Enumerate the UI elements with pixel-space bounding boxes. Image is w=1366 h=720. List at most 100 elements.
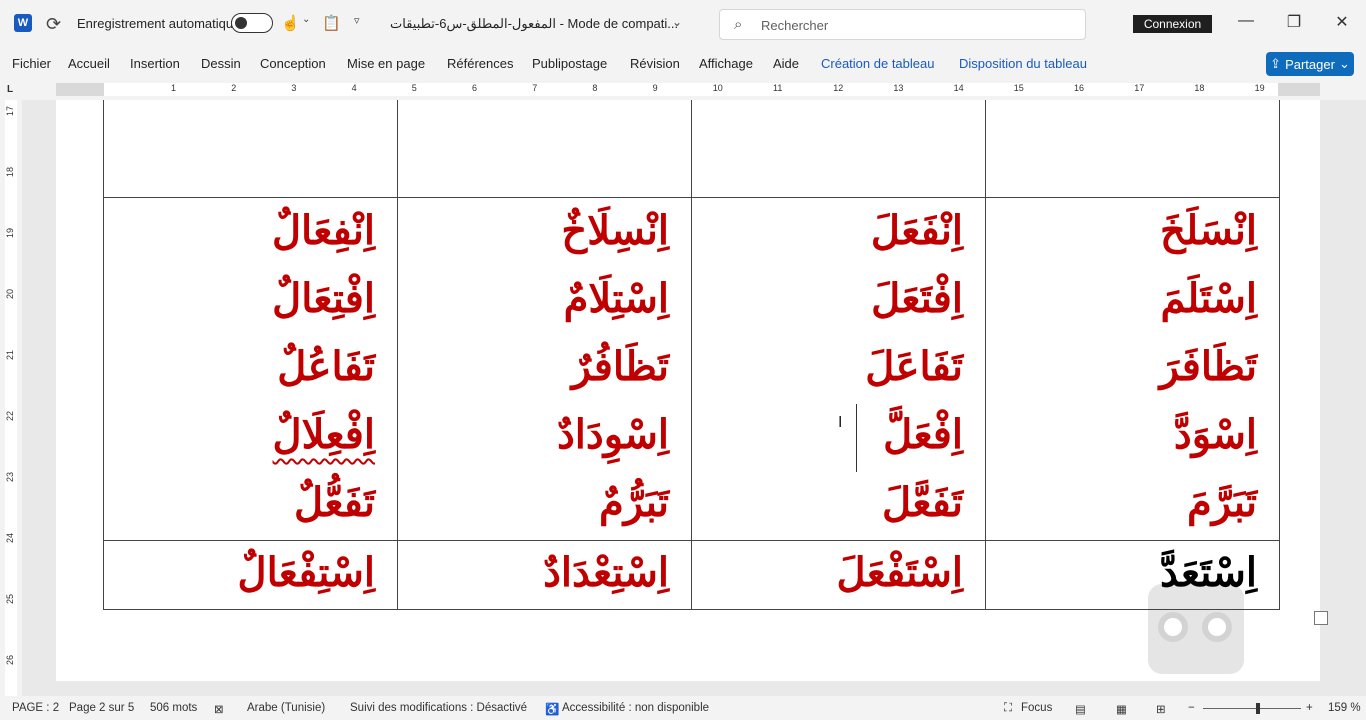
proofing-icon[interactable]: ⊠ (214, 702, 224, 716)
status-page-of[interactable]: Page 2 sur 5 (69, 702, 134, 714)
ruler-left-margin (56, 83, 104, 96)
word: تَبَرُّمٌ (598, 479, 669, 526)
share-button[interactable]: ⇪ Partager ⌄ (1266, 52, 1354, 76)
vertical-ruler[interactable]: 17 18 19 20 21 22 23 24 25 26 (0, 100, 22, 696)
zoom-slider-thumb[interactable] (1256, 703, 1260, 714)
focus-icon[interactable]: ⛶ (1004, 702, 1012, 715)
word: اِفْتِعَالٌ (272, 275, 375, 322)
table-cell[interactable]: اِنْسَلَخَ اِسْتَلَمَ تَظَافَرَ اِسْوَدَ… (985, 197, 1280, 541)
table-cell[interactable] (397, 100, 692, 198)
tab-selector[interactable]: L (7, 84, 13, 95)
word: تَظَافُرٌ (571, 343, 669, 390)
masdar-column: اِنْسِلَاخٌ اِسْتِلَامٌ تَظَافُرٌ اِسْوِ… (398, 200, 691, 540)
customize-toolbar-icon[interactable]: ▿ (354, 14, 360, 27)
minimize-icon[interactable]: — (1231, 12, 1261, 30)
status-word-count[interactable]: 506 mots (150, 702, 197, 714)
table-cell[interactable]: اِسْتَعَدَّ (985, 540, 1280, 610)
ruler-number: 21 (5, 349, 16, 361)
tab-accueil[interactable]: Accueil (68, 56, 110, 71)
search-box[interactable]: ⌕ Rechercher (719, 9, 1086, 40)
tab-aide[interactable]: Aide (773, 56, 799, 71)
document-title[interactable]: المفعول-المطلق-س6-تطبيقات - Mode de comp… (390, 16, 678, 32)
ruler-number: 19 (1254, 83, 1265, 93)
table-cell[interactable]: اِنْسِلَاخٌ اِسْتِلَامٌ تَظَافُرٌ اِسْوِ… (397, 197, 692, 541)
table-row (103, 100, 1280, 198)
table-cell[interactable]: اِسْتِعْدَادٌ (397, 540, 692, 610)
word: تَظَافَرَ (1159, 343, 1257, 390)
tab-creation-tableau[interactable]: Création de tableau (821, 56, 934, 71)
table-cell[interactable]: اِنْفَعَلَ اِفْتَعَلَ تَفَاعَلَ اِفْعَلَ… (691, 197, 986, 541)
table-cell[interactable]: اِنْفِعَالٌ اِفْتِعَالٌ تَفَاعُلٌ اِفْعِ… (103, 197, 398, 541)
ruler-number: 18 (5, 166, 16, 178)
ruler-number: 4 (351, 83, 357, 93)
read-mode-icon[interactable]: ▤ (1075, 702, 1086, 716)
ruler-number: 14 (953, 83, 964, 93)
zoom-out-icon[interactable]: − (1188, 702, 1195, 714)
title-chevron-icon[interactable]: ⌄ (672, 15, 682, 29)
autosave-toggle[interactable] (231, 13, 273, 33)
status-accessibility[interactable]: Accessibilité : non disponible (562, 702, 709, 714)
close-icon[interactable]: ✕ (1327, 12, 1357, 32)
chevron-down-icon[interactable]: ⌄ (302, 14, 310, 25)
accessibility-icon: ♿ (545, 704, 560, 716)
table-cell[interactable] (691, 100, 986, 198)
word: اِسْتِعْدَادٌ (543, 549, 669, 596)
print-layout-icon[interactable]: ▦ (1116, 702, 1127, 716)
document-canvas[interactable]: اِنْفِعَالٌ اِفْتِعَالٌ تَفَاعُلٌ اِفْعِ… (22, 100, 1366, 696)
status-language[interactable]: Arabe (Tunisie) (247, 702, 325, 714)
clipboard-icon[interactable]: 📋 (322, 14, 341, 32)
tab-revision[interactable]: Révision (630, 56, 680, 71)
ibeam-cursor-icon: I (838, 414, 843, 431)
restore-icon[interactable]: ❐ (1279, 12, 1309, 32)
ruler-number: 20 (5, 288, 16, 300)
ruler-number: 24 (5, 532, 16, 544)
autosave-icon: ⟳ (46, 14, 62, 34)
status-track-changes[interactable]: Suivi des modifications : Désactivé (350, 702, 527, 714)
ruler-number: 17 (5, 105, 16, 117)
word: اِسْتِلَامٌ (563, 275, 669, 322)
ruler-number: 26 (5, 654, 16, 666)
ruler-number: 19 (5, 227, 16, 239)
ribbon-tabs: Fichier Accueil Insertion Dessin Concept… (0, 48, 1366, 80)
word: اِسْوِدَادٌ (556, 411, 669, 458)
horizontal-ruler[interactable]: L 1 2 3 4 5 6 7 8 9 10 11 12 13 14 15 16 17 18 19 (0, 80, 1366, 100)
ruler-number: 1 (171, 83, 177, 93)
zoom-level[interactable]: 159 % (1328, 702, 1361, 714)
tab-publipostage[interactable]: Publipostage (532, 56, 607, 71)
zoom-in-icon[interactable]: + (1306, 702, 1313, 714)
table-cell[interactable]: اِسْتِفْعَالٌ (103, 540, 398, 610)
ruler-number: 18 (1194, 83, 1205, 93)
table-resize-handle[interactable] (1314, 611, 1328, 625)
tab-mise-en-page[interactable]: Mise en page (347, 56, 425, 71)
verb-pattern-column: اِنْفَعَلَ اِفْتَعَلَ تَفَاعَلَ اِفْعَلَ… (692, 200, 985, 540)
table-cell[interactable]: اِسْتَفْعَلَ (691, 540, 986, 610)
tab-references[interactable]: Références (447, 56, 513, 71)
tab-disposition-tableau[interactable]: Disposition du tableau (959, 56, 1087, 71)
ruler-band (104, 83, 1278, 96)
signin-button[interactable]: Connexion (1133, 15, 1212, 33)
tab-affichage[interactable]: Affichage (699, 56, 753, 71)
tab-fichier[interactable]: Fichier (12, 56, 51, 71)
ruler-number: 25 (5, 593, 16, 605)
ruler-number: 6 (472, 83, 478, 93)
table-cell[interactable] (985, 100, 1280, 198)
table-cell[interactable] (103, 100, 398, 198)
word: اِسْتِفْعَالٌ (237, 549, 375, 596)
web-layout-icon[interactable]: ⊞ (1156, 702, 1166, 716)
document-page[interactable]: اِنْفِعَالٌ اِفْتِعَالٌ تَفَاعُلٌ اِفْعِ… (56, 100, 1328, 681)
share-chevron-icon: ⌄ (1338, 56, 1350, 71)
tab-insertion[interactable]: Insertion (130, 56, 180, 71)
ruler-number: 5 (411, 83, 417, 93)
spelling-error-word[interactable]: اِفْعِلَالٌ (273, 411, 375, 458)
focus-label[interactable]: Focus (1021, 702, 1052, 714)
word: اِنْسِلَاخٌ (561, 207, 669, 254)
status-page[interactable]: PAGE : 2 (12, 702, 59, 714)
zoom-slider[interactable] (1203, 708, 1301, 709)
verb-table[interactable]: اِنْفِعَالٌ اِفْتِعَالٌ تَفَاعُلٌ اِفْعِ… (103, 100, 1280, 610)
ruler-number: 17 (1134, 83, 1145, 93)
word: اِنْفَعَلَ (870, 207, 963, 254)
tab-dessin[interactable]: Dessin (201, 56, 241, 71)
word: اِنْفِعَالٌ (271, 207, 375, 254)
touch-mode-icon[interactable]: ☝ (281, 14, 300, 32)
tab-conception[interactable]: Conception (260, 56, 326, 71)
